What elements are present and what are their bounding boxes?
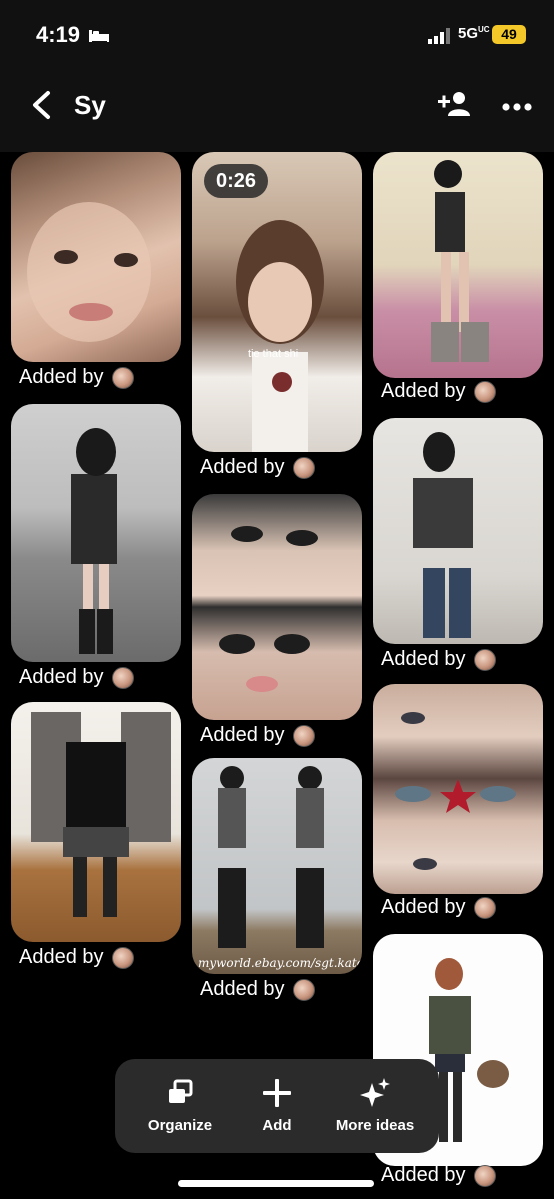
signal-icon <box>428 28 454 49</box>
home-indicator[interactable] <box>178 1180 374 1187</box>
pin-caption: Added by <box>200 456 315 479</box>
pin-card[interactable]: Added by <box>373 684 543 922</box>
network-label: 5GUC <box>458 25 490 42</box>
avatar[interactable] <box>292 978 315 1001</box>
pin-grid: Added by Added by Added by 0:26 tie that… <box>0 152 554 1199</box>
pin-caption: Added by <box>381 380 496 403</box>
video-pin-card[interactable]: 0:26 tie that shi Added by <box>192 152 362 484</box>
plus-icon <box>262 1078 292 1113</box>
pin-caption: Added by <box>19 366 134 389</box>
image-watermark: myworld.ebay.com/sgt.kato <box>198 956 362 970</box>
more-ideas-button[interactable]: More ideas <box>325 1059 425 1153</box>
added-by-label: Added by <box>19 946 104 968</box>
added-by-label: Added by <box>19 366 104 388</box>
pin-image[interactable] <box>11 702 181 942</box>
pin-card[interactable]: Added by <box>373 152 543 408</box>
pin-image[interactable]: myworld.ebay.com/sgt.kato <box>192 758 362 974</box>
pin-card[interactable]: Added by <box>11 404 181 690</box>
status-time: 4:19 <box>36 22 81 47</box>
avatar[interactable] <box>292 456 315 479</box>
board-title: Sy <box>74 90 106 120</box>
pin-card[interactable]: myworld.ebay.com/sgt.kato Added by <box>192 758 362 1004</box>
pin-image[interactable] <box>373 684 543 894</box>
status-bar: 4:19 5GUC 49 <box>0 0 554 62</box>
added-by-label: Added by <box>200 724 285 746</box>
video-duration-badge: 0:26 <box>204 164 268 198</box>
organize-label: Organize <box>147 1117 213 1134</box>
pin-caption: Added by <box>200 978 315 1001</box>
video-overlay-text: tie that shi <box>248 348 299 360</box>
pin-image[interactable] <box>192 494 362 720</box>
pin-caption: Added by <box>381 648 496 671</box>
added-by-label: Added by <box>200 978 285 1000</box>
pin-card[interactable]: Added by <box>11 702 181 972</box>
add-button[interactable]: Add <box>243 1059 311 1153</box>
added-by-label: Added by <box>381 896 466 918</box>
avatar[interactable] <box>473 896 496 919</box>
avatar[interactable] <box>473 1164 496 1187</box>
avatar[interactable] <box>111 946 134 969</box>
added-by-label: Added by <box>200 456 285 478</box>
added-by-label: Added by <box>381 1164 466 1186</box>
more-options-icon[interactable] <box>502 98 532 116</box>
board-toolbar: Organize Add More ideas <box>115 1059 439 1153</box>
sleep-mode-icon <box>88 28 110 49</box>
avatar[interactable] <box>292 724 315 747</box>
avatar[interactable] <box>473 380 496 403</box>
avatar[interactable] <box>111 666 134 689</box>
added-by-label: Added by <box>381 380 466 402</box>
add-collaborator-icon[interactable] <box>438 90 472 123</box>
board-header: Sy <box>0 62 554 152</box>
pin-image[interactable] <box>373 418 543 644</box>
sparkle-icon <box>359 1077 391 1114</box>
pin-image[interactable] <box>11 404 181 662</box>
pin-card[interactable]: Added by <box>373 418 543 674</box>
added-by-label: Added by <box>19 666 104 688</box>
pin-caption: Added by <box>200 724 315 747</box>
pin-card[interactable]: Added by <box>192 494 362 748</box>
avatar[interactable] <box>473 648 496 671</box>
add-label: Add <box>262 1117 292 1134</box>
battery-indicator: 49 <box>492 25 526 44</box>
pin-card[interactable]: Added by <box>11 152 181 392</box>
back-chevron-icon[interactable] <box>30 90 52 125</box>
organize-button[interactable]: Organize <box>135 1059 225 1153</box>
more-ideas-label: More ideas <box>335 1117 415 1134</box>
pin-caption: Added by <box>381 1164 496 1187</box>
added-by-label: Added by <box>381 648 466 670</box>
pin-caption: Added by <box>19 946 134 969</box>
pin-video[interactable]: 0:26 tie that shi <box>192 152 362 452</box>
organize-icon <box>167 1079 195 1110</box>
pin-image[interactable] <box>11 152 181 362</box>
pin-caption: Added by <box>381 896 496 919</box>
pin-image[interactable] <box>373 152 543 378</box>
avatar[interactable] <box>111 366 134 389</box>
pin-caption: Added by <box>19 666 134 689</box>
